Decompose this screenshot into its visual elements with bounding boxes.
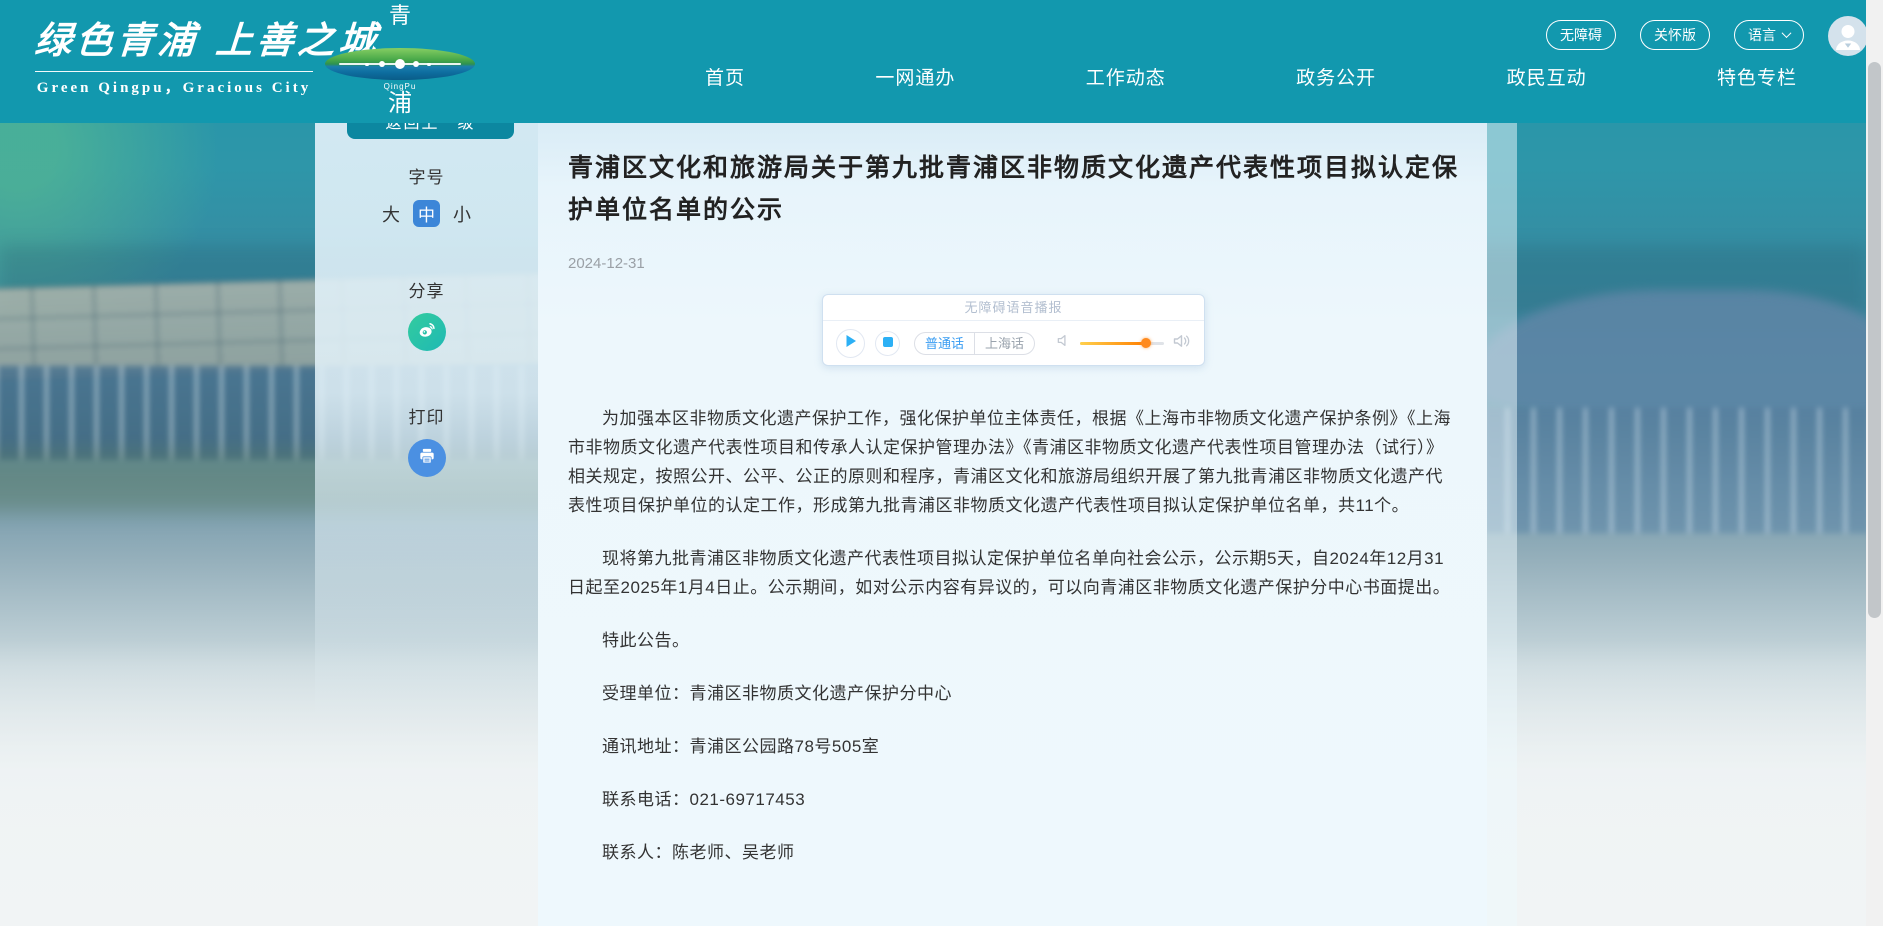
chevron-down-icon xyxy=(1782,28,1792,38)
logo-char-bottom: 浦 xyxy=(388,91,412,117)
stop-button[interactable] xyxy=(875,331,900,356)
audio-player-controls: 普通话 上海话 xyxy=(823,321,1204,365)
lang-option-mandarin[interactable]: 普通话 xyxy=(915,333,974,354)
nav-item-public-interaction[interactable]: 政民互动 xyxy=(1507,63,1587,90)
article-body: 为加强本区非物质文化遗产保护工作，强化保护单位主体责任，根据《上海市非物质文化遗… xyxy=(568,404,1459,867)
article-paragraph: 现将第九批青浦区非物质文化遗产代表性项目拟认定保护单位名单向社会公示，公示期5天… xyxy=(568,544,1459,602)
nav-item-home[interactable]: 首页 xyxy=(705,63,745,90)
share-label: 分享 xyxy=(409,277,445,302)
volume-control xyxy=(1056,333,1191,354)
printer-icon xyxy=(417,446,437,471)
island-logo-graphic xyxy=(325,48,475,80)
slogan-english: Green Qingpu，Gracious City xyxy=(35,76,313,97)
print-button[interactable] xyxy=(408,439,446,477)
font-size-options: 大 中 小 xyxy=(382,200,471,227)
article-paragraph: 联系人：陈老师、吴老师 xyxy=(568,838,1459,867)
font-size-label: 字号 xyxy=(409,163,445,188)
bg-building-colonnade-right xyxy=(1480,408,1866,533)
care-version-button[interactable]: 关怀版 xyxy=(1640,20,1710,50)
article-title: 青浦区文化和旅游局关于第九批青浦区非物质文化遗产代表性项目拟认定保护单位名单的公… xyxy=(568,147,1459,231)
voice-language-switch: 普通话 上海话 xyxy=(914,332,1035,355)
slogan-divider xyxy=(35,71,313,72)
share-weibo-button[interactable] xyxy=(408,313,446,351)
site-slogan: 绿色青浦 上善之城 Green Qingpu，Gracious City xyxy=(35,10,315,97)
qingpu-logo: 青 QingPu 浦 xyxy=(320,4,480,117)
volume-slider-knob[interactable] xyxy=(1141,338,1151,348)
volume-high-icon xyxy=(1173,333,1191,354)
article-paragraph: 受理单位：青浦区非物质文化遗产保护分中心 xyxy=(568,679,1459,708)
nav-item-government-affairs[interactable]: 政务公开 xyxy=(1296,63,1376,90)
audio-player-title: 无障碍语音播报 xyxy=(823,295,1204,321)
scrollbar[interactable] xyxy=(1866,0,1883,926)
scrollbar-thumb[interactable] xyxy=(1868,62,1881,618)
page: 青浦区文化和旅游局关于第九批青浦区非物质文化遗产代表性项目拟认定保护单位名单的公… xyxy=(0,0,1883,926)
article-paragraph: 为加强本区非物质文化遗产保护工作，强化保护单位主体责任，根据《上海市非物质文化遗… xyxy=(568,404,1459,520)
article-paragraph: 通讯地址：青浦区公园路78号505室 xyxy=(568,732,1459,761)
font-size-medium[interactable]: 中 xyxy=(413,200,440,227)
user-avatar[interactable] xyxy=(1828,16,1868,56)
play-button[interactable] xyxy=(836,329,865,358)
tool-sidebar: 字号 大 中 小 分享 打印 xyxy=(315,123,538,477)
bg-edge-strip xyxy=(1487,123,1517,926)
main-nav: 首页 一网通办 工作动态 政务公开 政民互动 特色专栏 xyxy=(705,58,1797,94)
play-icon xyxy=(845,334,857,353)
stop-icon xyxy=(883,334,893,352)
lang-option-shanghainese[interactable]: 上海话 xyxy=(974,333,1034,354)
article-date: 2024-12-31 xyxy=(568,255,1459,272)
volume-slider-fill xyxy=(1080,342,1146,345)
quick-access-buttons: 无障碍 关怀版 语言 xyxy=(1546,13,1868,56)
nav-item-one-stop-services[interactable]: 一网通办 xyxy=(875,63,955,90)
nav-item-work-updates[interactable]: 工作动态 xyxy=(1086,63,1166,90)
site-header: 绿色青浦 上善之城 Green Qingpu，Gracious City 青 Q… xyxy=(0,0,1866,123)
nav-item-special-columns[interactable]: 特色专栏 xyxy=(1717,63,1797,90)
logo-char-top: 青 xyxy=(389,4,411,28)
font-size-small[interactable]: 小 xyxy=(453,201,471,227)
article-paragraph: 特此公告。 xyxy=(568,626,1459,655)
print-label: 打印 xyxy=(409,403,445,428)
language-button[interactable]: 语言 xyxy=(1734,20,1804,50)
font-size-large[interactable]: 大 xyxy=(382,201,400,227)
accessibility-button[interactable]: 无障碍 xyxy=(1546,20,1616,50)
audio-player: 无障碍语音播报 普通话 上海话 xyxy=(822,294,1205,366)
article-paragraph: 联系电话：021-69717453 xyxy=(568,785,1459,814)
volume-slider[interactable] xyxy=(1080,338,1164,348)
weibo-icon xyxy=(416,319,438,346)
volume-low-icon xyxy=(1056,333,1071,353)
article-panel: 青浦区文化和旅游局关于第九批青浦区非物质文化遗产代表性项目拟认定保护单位名单的公… xyxy=(538,123,1487,926)
slogan-calligraphy: 绿色青浦 上善之城 xyxy=(33,10,317,64)
